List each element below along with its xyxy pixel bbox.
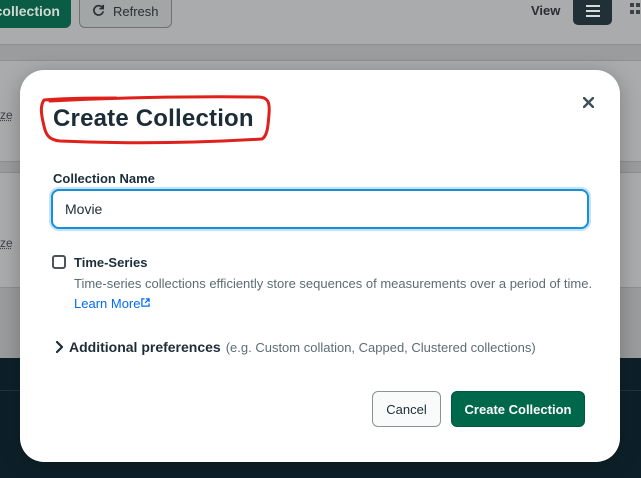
close-button[interactable] bbox=[578, 92, 598, 112]
toolbar: collection Refresh View bbox=[0, 0, 641, 45]
close-icon bbox=[582, 96, 594, 108]
card-link[interactable]: ze bbox=[0, 236, 13, 250]
time-series-description: Time-series collections efficiently stor… bbox=[74, 274, 594, 314]
create-collection-button[interactable]: collection bbox=[0, 0, 71, 28]
card-link[interactable]: ze bbox=[0, 108, 13, 122]
learn-more-label: Learn More bbox=[74, 296, 141, 311]
chevron-right-icon bbox=[55, 341, 64, 353]
list-icon bbox=[585, 4, 600, 17]
external-link-icon bbox=[141, 298, 151, 307]
refresh-button[interactable]: Refresh bbox=[79, 0, 172, 28]
grid-icon bbox=[630, 3, 640, 14]
modal-title: Create Collection bbox=[53, 105, 254, 132]
view-label: View bbox=[531, 3, 561, 18]
cancel-button[interactable]: Cancel bbox=[372, 391, 441, 427]
time-series-description-text: Time-series collections efficiently stor… bbox=[74, 276, 593, 291]
create-collection-label: collection bbox=[0, 3, 60, 19]
create-collection-modal: Create Collection Collection Name Time-S… bbox=[20, 70, 620, 462]
list-view-button[interactable] bbox=[573, 0, 612, 25]
grid-view-button[interactable] bbox=[628, 2, 641, 18]
collection-name-input[interactable] bbox=[51, 189, 589, 229]
learn-more-link[interactable]: Learn More bbox=[74, 296, 151, 311]
additional-preferences-title: Additional preferences bbox=[69, 339, 221, 355]
time-series-checkbox[interactable] bbox=[52, 255, 66, 269]
refresh-label: Refresh bbox=[113, 3, 159, 19]
additional-preferences-hint: (e.g. Custom collation, Capped, Clustere… bbox=[225, 339, 536, 355]
time-series-label[interactable]: Time-Series bbox=[74, 255, 147, 270]
refresh-icon bbox=[91, 2, 106, 20]
additional-preferences-toggle[interactable]: Additional preferences (e.g. Custom coll… bbox=[55, 339, 536, 355]
collection-name-label: Collection Name bbox=[53, 171, 155, 186]
create-collection-submit-button[interactable]: Create Collection bbox=[451, 391, 585, 427]
